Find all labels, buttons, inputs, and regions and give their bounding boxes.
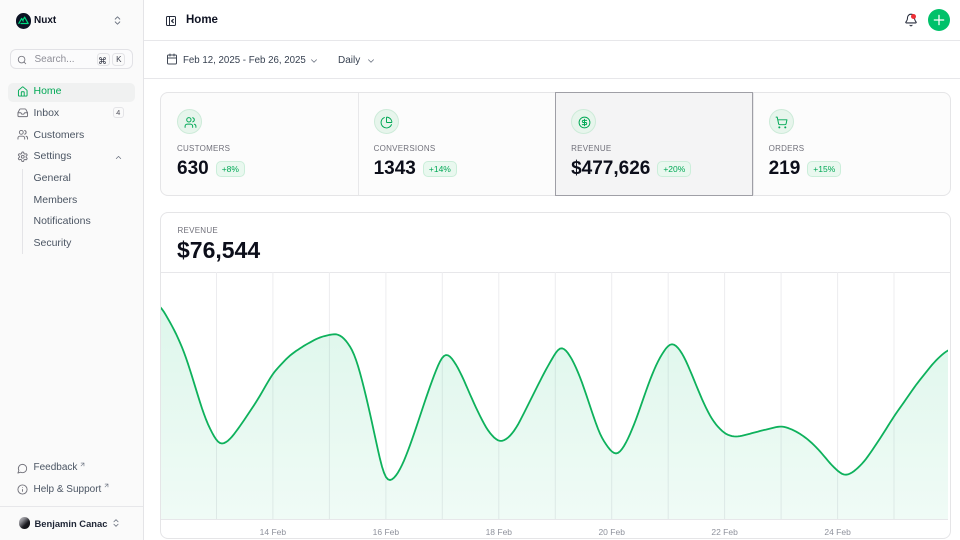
svg-text:14 Feb: 14 Feb — [259, 527, 286, 537]
svg-text:16 Feb: 16 Feb — [372, 527, 399, 537]
svg-text:20 Feb: 20 Feb — [598, 527, 625, 537]
svg-text:24 Feb: 24 Feb — [824, 527, 851, 537]
svg-text:18 Feb: 18 Feb — [485, 527, 512, 537]
svg-text:22 Feb: 22 Feb — [711, 527, 738, 537]
